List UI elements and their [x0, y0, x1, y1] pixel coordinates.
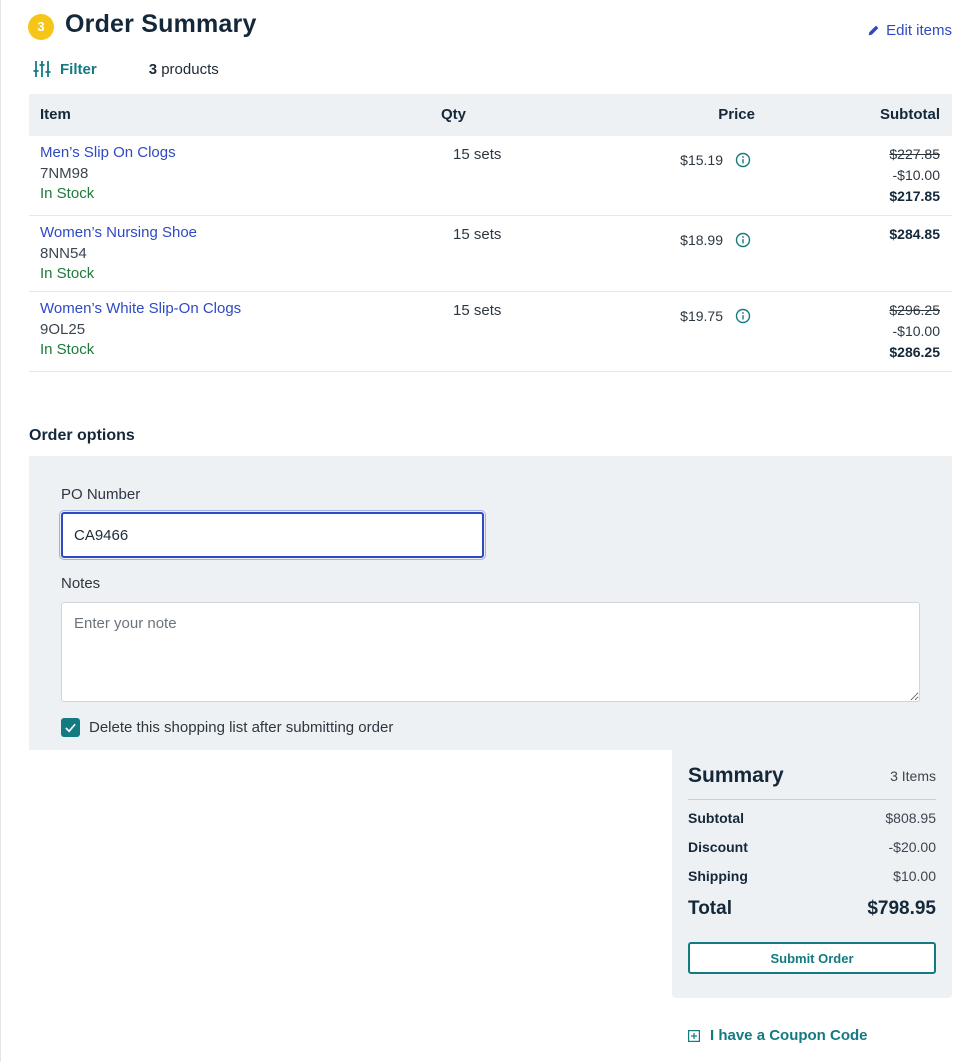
order-summary-header: 3 Order Summary Edit items [28, 10, 952, 44]
sliders-icon [33, 61, 51, 77]
pencil-icon [868, 25, 879, 36]
product-qty: 15 sets [453, 146, 502, 163]
summary-items-count: 3 Items [890, 768, 936, 784]
summary-divider [688, 799, 936, 800]
notes-label: Notes [61, 575, 101, 592]
product-name-link[interactable]: Women’s Nursing Shoe [40, 224, 197, 241]
info-icon[interactable] [735, 308, 751, 324]
product-qty: 15 sets [453, 302, 502, 319]
stock-status: In Stock [40, 265, 95, 282]
product-name-link[interactable]: Women’s White Slip-On Clogs [40, 300, 241, 317]
order-options-panel: PO Number Notes Delete this shopping lis… [29, 456, 952, 750]
order-items-table: Item Qty Price Subtotal Men’s Slip On Cl… [29, 94, 952, 372]
line-subtotal: $284.85 [889, 226, 940, 242]
notes-textarea[interactable] [61, 602, 920, 702]
total-value: $798.95 [867, 898, 936, 919]
coupon-code-toggle[interactable]: I have a Coupon Code [688, 1027, 868, 1044]
subtotal-label: Subtotal [688, 810, 744, 826]
product-count: 3 products [149, 61, 219, 78]
table-header: Item Qty Price Subtotal [29, 94, 952, 136]
original-subtotal: $227.85 [889, 146, 940, 162]
checkmark-icon [65, 723, 76, 733]
order-options-title: Order options [29, 427, 135, 444]
discount-value: -$20.00 [888, 839, 936, 855]
product-price: $18.99 [680, 232, 723, 248]
product-qty: 15 sets [453, 226, 502, 243]
stock-status: In Stock [40, 341, 95, 358]
po-number-input[interactable] [59, 510, 486, 560]
table-row: Women’s White Slip-On Clogs 9OL25 In Sto… [29, 292, 952, 372]
subtotal-value: $808.95 [885, 810, 936, 826]
product-sku: 7NM98 [40, 165, 89, 182]
product-price: $19.75 [680, 308, 723, 324]
coupon-code-label: I have a Coupon Code [710, 1027, 868, 1044]
info-icon[interactable] [735, 152, 751, 168]
table-row: Women’s Nursing Shoe 8NN54 In Stock 15 s… [29, 216, 952, 292]
original-subtotal: $296.25 [889, 302, 940, 318]
summary-title: Summary [688, 764, 784, 787]
edit-items-label: Edit items [886, 22, 952, 39]
delete-list-label: Delete this shopping list after submitti… [89, 719, 394, 736]
page-left-border [0, 0, 1, 1062]
delete-list-checkbox-row[interactable]: Delete this shopping list after submitti… [61, 718, 393, 737]
product-sku: 8NN54 [40, 245, 87, 262]
edit-items-link[interactable]: Edit items [867, 22, 952, 39]
info-icon[interactable] [735, 232, 751, 248]
shipping-value: $10.00 [893, 868, 936, 884]
po-number-label: PO Number [61, 486, 141, 503]
column-header-subtotal: Subtotal [880, 106, 940, 123]
line-discount: -$10.00 [892, 323, 940, 339]
column-header-qty: Qty [441, 106, 467, 123]
line-subtotal: $217.85 [889, 188, 940, 204]
product-count-suffix: products [161, 60, 219, 78]
step-number-badge: 3 [28, 14, 54, 40]
filter-button[interactable]: Filter [33, 60, 97, 78]
filter-row: Filter 3 products [33, 58, 433, 80]
column-header-item: Item [40, 106, 71, 123]
line-discount: -$10.00 [892, 167, 940, 183]
total-label: Total [688, 898, 732, 919]
delete-list-checkbox[interactable] [61, 718, 80, 737]
discount-label: Discount [688, 839, 748, 855]
table-row: Men’s Slip On Clogs 7NM98 In Stock 15 se… [29, 136, 952, 216]
product-sku: 9OL25 [40, 321, 86, 338]
submit-order-button[interactable]: Submit Order [688, 942, 936, 974]
line-subtotal: $286.25 [889, 344, 940, 360]
product-count-number: 3 [148, 60, 158, 78]
column-header-price: Price [718, 106, 755, 123]
product-price: $15.19 [680, 152, 723, 168]
product-name-link[interactable]: Men’s Slip On Clogs [40, 144, 176, 161]
page-title: Order Summary [65, 10, 257, 38]
plus-square-icon [688, 1029, 700, 1042]
order-summary-panel: Summary 3 Items Subtotal $808.95 Discoun… [672, 750, 952, 998]
stock-status: In Stock [40, 185, 95, 202]
shipping-label: Shipping [688, 868, 748, 884]
filter-label: Filter [60, 60, 97, 78]
